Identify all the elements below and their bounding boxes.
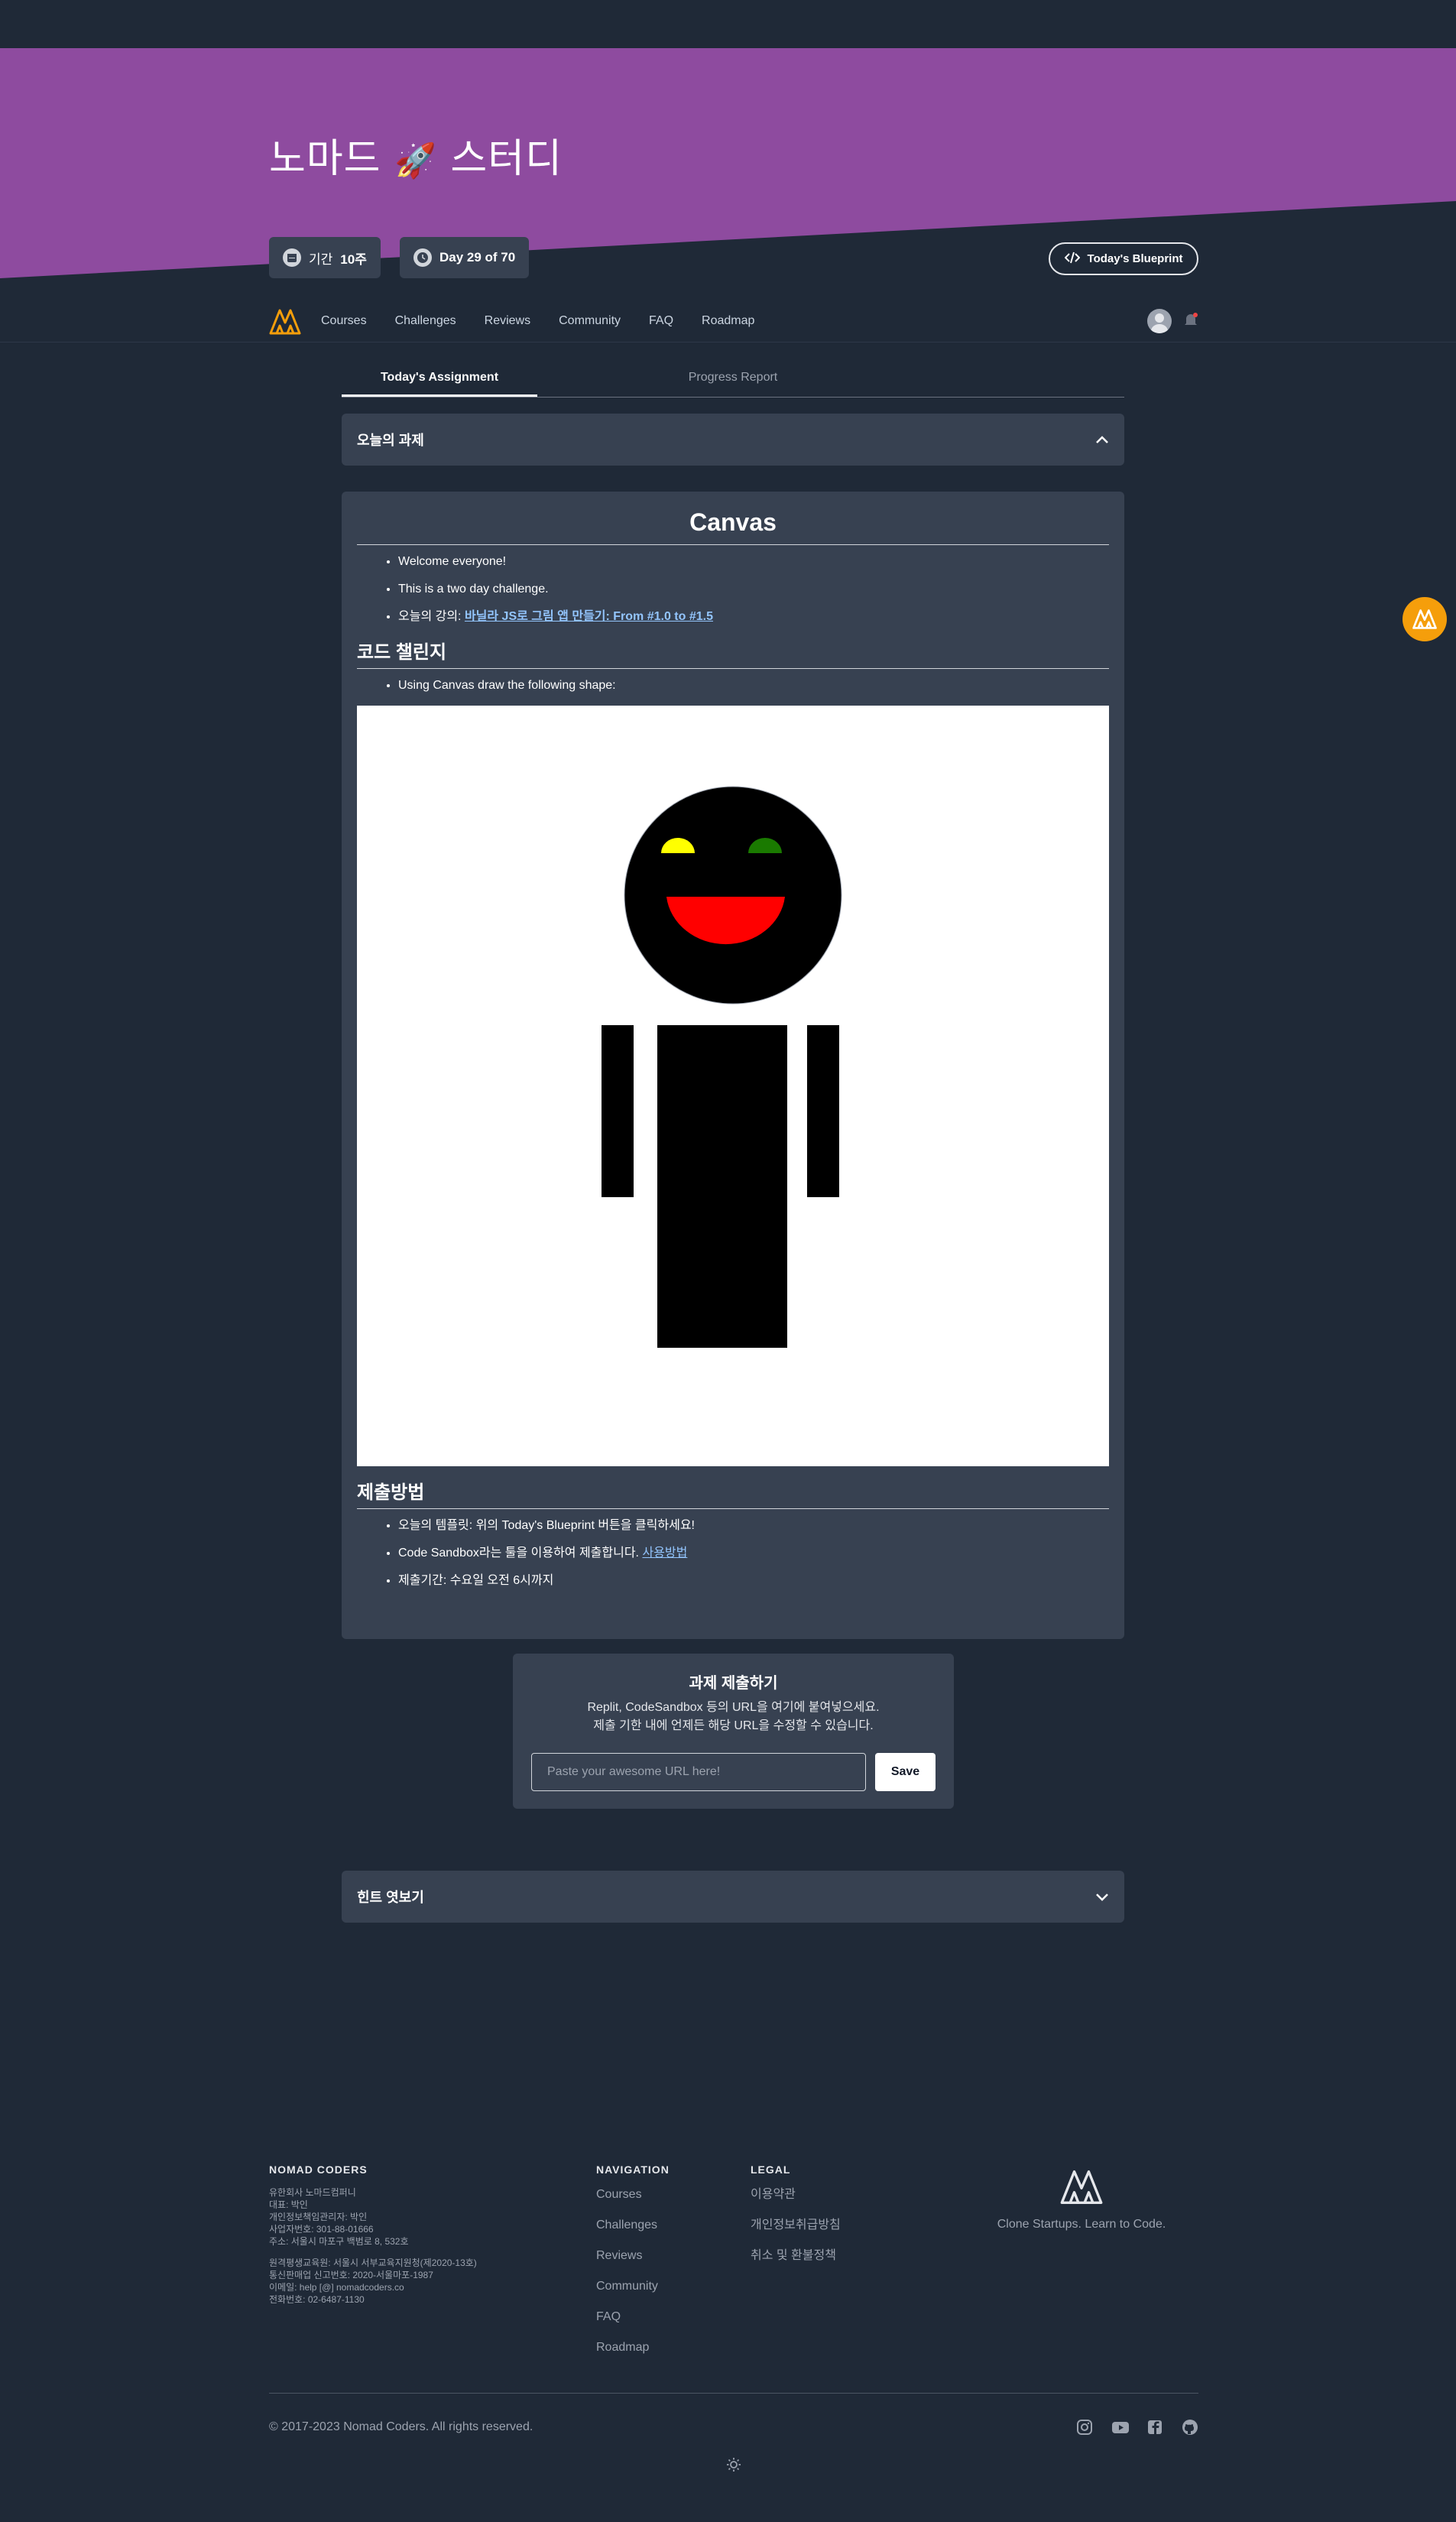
canvas-shape-image <box>357 706 1109 1466</box>
nomad-logo[interactable] <box>269 309 301 339</box>
footer-link-privacy[interactable]: 개인정보취급방침 <box>751 2217 841 2233</box>
nav-faq[interactable]: FAQ <box>649 314 673 328</box>
tab-progress-report[interactable]: Progress Report <box>537 362 929 397</box>
nav-challenges[interactable]: Challenges <box>395 314 456 328</box>
list-item: Using Canvas draw the following shape: <box>398 678 1109 693</box>
youtube-icon[interactable] <box>1111 2419 1129 2436</box>
footer-link-terms[interactable]: 이용약관 <box>751 2186 841 2202</box>
footer-tagline: Clone Startups. Learn to Code. <box>997 2218 1166 2231</box>
instagram-icon[interactable] <box>1076 2419 1093 2436</box>
footer-link-community[interactable]: Community <box>596 2278 670 2294</box>
chevron-up-icon <box>1095 432 1109 448</box>
calendar-icon <box>283 248 301 267</box>
challenge-list: Using Canvas draw the following shape: <box>398 678 1109 693</box>
assignment-content: Canvas Welcome everyone! This is a two d… <box>342 492 1124 1639</box>
save-button[interactable]: Save <box>875 1753 936 1791</box>
footer-link-roadmap[interactable]: Roadmap <box>596 2339 670 2355</box>
page-title: 노마드 🚀 스터디 <box>269 136 563 182</box>
user-avatar[interactable] <box>1147 309 1172 333</box>
usage-link[interactable]: 사용방법 <box>642 1547 687 1560</box>
footer-link-courses[interactable]: Courses <box>596 2186 670 2202</box>
footer-legal: LEGAL 이용약관 개인정보취급방침 취소 및 환불정책 <box>751 2163 841 2264</box>
copyright-text: © 2017-2023 Nomad Coders. All rights res… <box>269 2420 533 2433</box>
list-item: 제출기간: 수요일 오전 6시까지 <box>398 1573 1109 1588</box>
hero-background <box>0 48 1456 278</box>
list-item: Code Sandbox라는 툴을 이용하여 제출합니다. 사용방법 <box>398 1546 1109 1560</box>
submit-description: Replit, CodeSandbox 등의 URL을 여기에 붙여넣으세요. 제… <box>587 1701 880 1732</box>
challenge-heading: 코드 챌린지 <box>357 637 1109 669</box>
social-links <box>1076 2419 1198 2436</box>
url-input[interactable] <box>531 1753 866 1791</box>
nav-roadmap[interactable]: Roadmap <box>702 314 754 328</box>
list-item: 오늘의 템플릿: 위의 Today's Blueprint 버튼을 클릭하세요! <box>398 1518 1109 1533</box>
tab-todays-assignment[interactable]: Today's Assignment <box>342 362 537 397</box>
lecture-link[interactable]: 바닐라 JS로 그림 앱 만들기: From #1.0 to #1.5 <box>465 610 713 623</box>
github-icon[interactable] <box>1182 2419 1198 2436</box>
submit-title: 과제 제출하기 <box>689 1675 778 1692</box>
submission-heading: 제출방법 <box>357 1477 1109 1509</box>
hero-banner <box>0 48 1456 278</box>
code-icon <box>1064 252 1080 267</box>
footer-company: NOMAD CODERS 유한회사 노마드컴퍼니 대표: 박인 개인정보책임관리… <box>269 2163 477 2305</box>
clock-icon <box>413 248 432 267</box>
todays-blueprint-button[interactable]: Today's Blueprint <box>1049 242 1198 275</box>
day-progress-badge: Day 29 of 70 <box>400 237 530 278</box>
list-item: Welcome everyone! <box>398 554 1109 569</box>
list-item: 오늘의 강의: 바닐라 JS로 그림 앱 만들기: From #1.0 to #… <box>398 609 1109 624</box>
facebook-icon[interactable] <box>1146 2419 1163 2436</box>
todays-task-accordion[interactable]: 오늘의 과제 <box>342 414 1124 466</box>
footer-link-faq[interactable]: FAQ <box>596 2309 670 2325</box>
floating-help-button[interactable] <box>1402 597 1447 641</box>
content-title: Canvas <box>357 492 1109 545</box>
footer-logo <box>965 2170 1198 2209</box>
main-navbar: Courses Challenges Reviews Community FAQ… <box>0 300 1456 342</box>
submission-list: 오늘의 템플릿: 위의 Today's Blueprint 버튼을 클릭하세요!… <box>398 1518 1109 1588</box>
footer-link-reviews[interactable]: Reviews <box>596 2248 670 2264</box>
chevron-down-icon <box>1095 1889 1109 1905</box>
footer-brand: Clone Startups. Learn to Code. <box>965 2163 1198 2231</box>
intro-list: Welcome everyone! This is a two day chal… <box>398 554 1109 624</box>
footer-divider <box>269 2393 1198 2394</box>
duration-badge: 기간 10주 <box>269 237 381 278</box>
submit-panel: 과제 제출하기 Replit, CodeSandbox 등의 URL을 여기에 … <box>513 1654 954 1809</box>
theme-toggle-sun-icon[interactable] <box>726 2457 741 2476</box>
nav-community[interactable]: Community <box>559 314 621 328</box>
assignment-tabs: Today's Assignment Progress Report <box>342 362 1124 398</box>
smiley-figure-drawing <box>602 786 842 1348</box>
footer-link-challenges[interactable]: Challenges <box>596 2217 670 2233</box>
nav-menu: Courses Challenges Reviews Community FAQ… <box>321 300 754 342</box>
hint-accordion[interactable]: 힌트 엿보기 <box>342 1871 1124 1923</box>
nav-courses[interactable]: Courses <box>321 314 367 328</box>
rocket-emoji: 🚀 <box>394 141 437 180</box>
list-item: This is a two day challenge. <box>398 582 1109 596</box>
nav-reviews[interactable]: Reviews <box>485 314 530 328</box>
footer-link-refund[interactable]: 취소 및 환불정책 <box>751 2248 841 2264</box>
notification-bell-icon[interactable] <box>1183 312 1198 333</box>
footer-navigation: NAVIGATION Courses Challenges Reviews Co… <box>596 2163 670 2355</box>
